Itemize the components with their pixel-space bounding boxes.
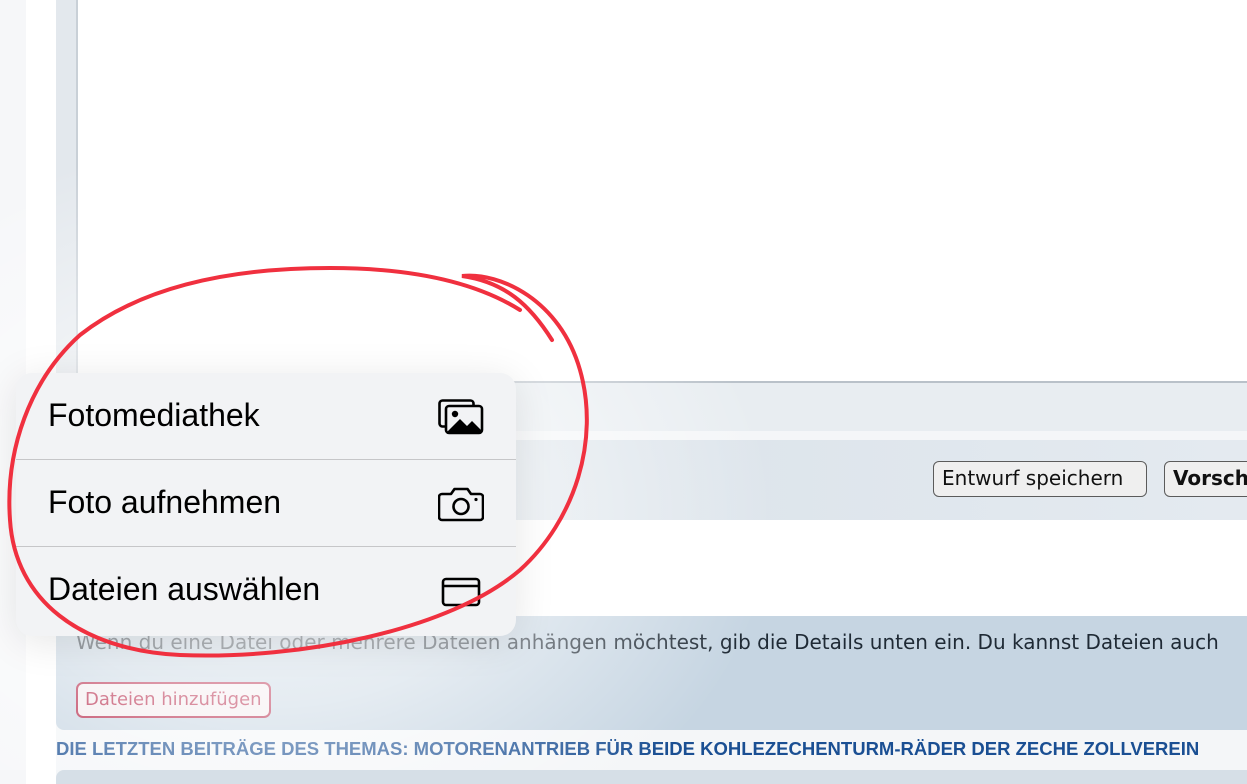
file-picker-popover: Fotomediathek Foto aufnehmen Dateien aus…	[16, 373, 516, 636]
photo-library-icon	[438, 399, 484, 435]
editor-side-border	[56, 0, 78, 384]
menu-item-take-photo[interactable]: Foto aufnehmen	[16, 460, 516, 547]
menu-item-photo-library[interactable]: Fotomediathek	[16, 373, 516, 460]
recent-posts-panel	[56, 770, 1247, 784]
recent-posts-heading[interactable]: DIE LETZTEN BEITRÄGE DES THEMAS: MOTOREN…	[56, 738, 1247, 760]
menu-item-label: Fotomediathek	[48, 397, 260, 433]
add-files-button[interactable]: Dateien hinzufügen	[76, 682, 271, 718]
message-editor[interactable]	[78, 0, 1247, 383]
save-draft-button[interactable]: Entwurf speichern	[933, 461, 1147, 497]
preview-button[interactable]: Vorschau	[1164, 461, 1247, 497]
menu-item-label: Dateien auswählen	[48, 571, 321, 607]
folder-icon	[438, 573, 484, 609]
camera-icon	[437, 486, 485, 522]
menu-item-label: Foto aufnehmen	[48, 484, 282, 520]
page: Entwurf speichern Vorschau Wenn du eine …	[0, 0, 1247, 784]
menu-item-choose-files[interactable]: Dateien auswählen	[16, 547, 516, 636]
